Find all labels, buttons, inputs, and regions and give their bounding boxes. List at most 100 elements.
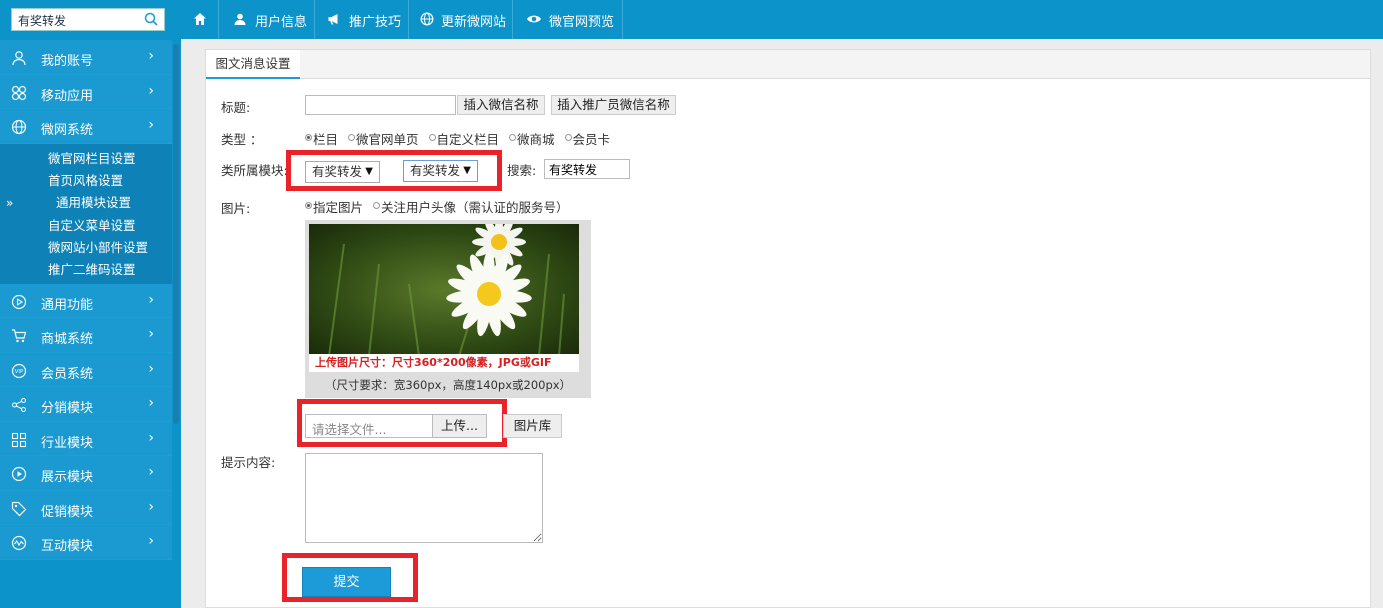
upload-button[interactable]: 上传... — [432, 415, 486, 437]
type-radio-column[interactable]: 栏目 — [305, 129, 338, 148]
submenu-item-label: 通用模块设置 — [56, 195, 132, 211]
nav-user-info[interactable]: 用户信息 — [219, 0, 315, 39]
svg-text:VIP: VIP — [15, 369, 24, 375]
sidebar-scrollbar[interactable] — [172, 40, 181, 608]
sidebar-item-micro-web[interactable]: 微网系统 › — [0, 109, 172, 144]
title-label: 标题: — [221, 100, 251, 115]
type-radio-custom-column[interactable]: 自定义栏目 — [428, 129, 499, 148]
dropdown-arrow-icon: ▼ — [365, 166, 373, 177]
sidebar-search-input[interactable]: 有奖转发 — [18, 12, 66, 29]
image-radio-group: 指定图片 关注用户头像（需认证的服务号） — [305, 197, 575, 216]
content-panel: 图文消息设置 标题: 插入微信名称 插入推广员微信名称 类型 ： 栏目 微官网单… — [205, 49, 1371, 608]
chevron-right-icon: › — [148, 117, 154, 133]
chevron-right-icon: › — [148, 48, 154, 64]
image-radio-specify[interactable]: 指定图片 — [305, 197, 363, 216]
tab-news-settings[interactable]: 图文消息设置 — [206, 50, 300, 79]
tip-label: 提示内容: — [221, 455, 276, 470]
sidebar-item-label: 微网系统 — [41, 123, 94, 138]
image-label: 图片: — [221, 201, 251, 216]
sidebar-item-label: 促销模块 — [41, 504, 94, 520]
play-icon — [11, 294, 27, 309]
module-select-1-value: 有奖转发 — [312, 164, 363, 179]
file-select-placeholder: 请选择文件... — [312, 422, 387, 437]
title-input[interactable] — [305, 95, 456, 115]
sidebar-item-label: 移动应用 — [41, 88, 94, 104]
module-select-2[interactable]: 有奖转发 ▼ — [403, 160, 478, 182]
type-radio-group: 栏目 微官网单页 自定义栏目 微商城 会员卡 — [305, 129, 616, 148]
globe-icon — [420, 12, 434, 26]
chevron-right-icon: › — [148, 533, 154, 550]
chevron-right-icon: › — [148, 291, 154, 308]
panel-tab-bar: 图文消息设置 — [206, 50, 1370, 79]
chevron-right-icon: › — [148, 429, 154, 446]
nav-home[interactable] — [181, 0, 219, 39]
megaphone-icon — [328, 14, 338, 25]
scrollbar-thumb[interactable] — [173, 44, 179, 424]
sidebar-item-members[interactable]: VIP 会员系统 › — [0, 352, 172, 388]
submenu-item-custom-menu[interactable]: 自定义菜单设置 — [0, 215, 172, 237]
share-icon — [11, 398, 27, 413]
wave-icon — [11, 536, 27, 551]
sidebar-item-promotion[interactable]: 促销模块 › — [0, 490, 172, 526]
file-select-input[interactable]: 请选择文件... 上传... — [305, 414, 487, 438]
sidebar-item-mobile-apps[interactable]: 移动应用 › — [0, 74, 172, 109]
type-radio-single-page[interactable]: 微官网单页 — [348, 129, 419, 148]
module-select-1[interactable]: 有奖转发 ▼ — [305, 161, 380, 183]
eye-icon — [527, 15, 541, 23]
nav-site-preview[interactable]: 微官网预览 — [513, 0, 623, 39]
sidebar-item-interaction[interactable]: 互动模块 › — [0, 525, 172, 560]
flower-photo — [309, 224, 579, 356]
sidebar-search[interactable]: 有奖转发 — [11, 8, 165, 31]
nav-label: 微官网预览 — [549, 15, 615, 30]
sidebar: 有奖转发 我的账号 › 移动应用 › 微网系统 › 微官网栏目设置 首页风格设置… — [0, 0, 181, 608]
insert-wechat-name-button[interactable]: 插入微信名称 — [457, 95, 545, 115]
micro-web-submenu: 微官网栏目设置 首页风格设置 » 通用模块设置 自定义菜单设置 微网站小部件设置… — [0, 143, 172, 284]
gallery-button[interactable]: 图片库 — [503, 414, 562, 438]
vip-icon: VIP — [11, 363, 27, 378]
sidebar-item-label: 商城系统 — [41, 332, 94, 348]
globe-icon — [11, 119, 27, 135]
apps-icon — [11, 85, 27, 100]
submenu-item-widgets[interactable]: 微网站小部件设置 — [0, 237, 172, 259]
type-label: 类型 ： — [221, 132, 263, 147]
type-radio-micro-shop[interactable]: 微商城 — [509, 129, 555, 148]
insert-promoter-name-button[interactable]: 插入推广员微信名称 — [551, 95, 676, 115]
sidebar-item-label: 分销模块 — [41, 401, 94, 417]
nav-label: 更新微网站 — [441, 15, 507, 30]
sidebar-item-account[interactable]: 我的账号 › — [0, 40, 172, 75]
user-icon — [12, 51, 26, 66]
search-icon[interactable] — [144, 12, 158, 26]
submenu-item-site-columns[interactable]: 微官网栏目设置 — [0, 148, 172, 170]
type-radio-member-card[interactable]: 会员卡 — [564, 129, 610, 148]
chevron-right-icon: › — [148, 360, 154, 377]
sidebar-item-label: 互动模块 — [41, 539, 94, 555]
sidebar-item-shop[interactable]: 商城系统 › — [0, 318, 172, 353]
sidebar-item-label: 我的账号 — [41, 54, 94, 69]
nav-promo-tips[interactable]: 推广技巧 — [315, 0, 409, 39]
sidebar-item-label: 展示模块 — [41, 470, 94, 486]
nav-update-site[interactable]: 更新微网站 — [409, 0, 513, 39]
submenu-item-home-style[interactable]: 首页风格设置 — [0, 170, 172, 192]
sidebar-menu: 我的账号 › 移动应用 › 微网系统 › 微官网栏目设置 首页风格设置 » 通用… — [0, 40, 172, 560]
sidebar-item-label: 会员系统 — [41, 366, 94, 382]
display-icon — [11, 467, 27, 482]
chevron-right-icon: › — [148, 326, 154, 343]
sidebar-item-display[interactable]: 展示模块 › — [0, 456, 172, 491]
nav-label: 推广技巧 — [349, 15, 402, 30]
grid-icon — [11, 432, 27, 447]
sidebar-item-industry[interactable]: 行业模块 › — [0, 421, 172, 457]
submenu-item-common-module[interactable]: » 通用模块设置 — [0, 192, 172, 214]
tip-content-textarea[interactable] — [305, 453, 543, 543]
sidebar-item-common-functions[interactable]: 通用功能 › — [0, 283, 172, 319]
tag-icon — [11, 501, 27, 517]
image-radio-follower-avatar[interactable]: 关注用户头像（需认证的服务号） — [373, 197, 569, 216]
dropdown-arrow-icon: ▼ — [463, 165, 471, 176]
submit-button[interactable]: 提交 — [302, 567, 391, 597]
submenu-item-qrcode[interactable]: 推广二维码设置 — [0, 259, 172, 281]
module-select-2-value: 有奖转发 — [410, 163, 461, 178]
top-nav: 用户信息 推广技巧 更新微网站 微官网预览 — [181, 0, 1383, 39]
size-requirement-note: （尺寸要求：宽360px，高度140px或200px） — [324, 378, 572, 392]
sidebar-item-label: 通用功能 — [41, 297, 94, 313]
module-search-input[interactable] — [544, 159, 630, 179]
sidebar-item-distribution[interactable]: 分销模块 › — [0, 387, 172, 422]
